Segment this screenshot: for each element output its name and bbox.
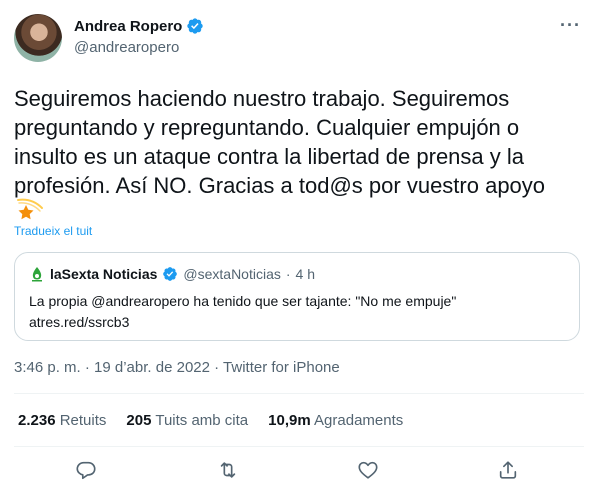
quoted-tweet-body: La propia @andrearopero ha tenido que se… (29, 291, 549, 333)
shooting-star-emoji (17, 198, 43, 220)
share-icon (499, 461, 517, 479)
divider (14, 446, 584, 447)
quoted-tweet-link: atres.red/ssrcb3 (29, 314, 130, 330)
translate-link[interactable]: Tradueix el tuit (14, 224, 92, 238)
lasexta-logo-icon (32, 267, 42, 282)
verified-badge-icon (163, 267, 178, 281)
avatar[interactable] (14, 14, 62, 62)
quoted-tweet-line: La propia @andrearopero ha tenido que se… (29, 293, 457, 309)
more-options-button[interactable]: ··· (560, 16, 581, 34)
quoted-tweet-header: laSexta Noticias @sextaNoticias · 4 h (29, 266, 315, 282)
tweet-actions-bar (0, 455, 599, 489)
divider (14, 393, 584, 394)
reply-button[interactable] (75, 459, 99, 483)
likes-stat[interactable]: 10,9m Agradaments (268, 412, 403, 429)
tweet-timestamp[interactable]: 3:46 p. m. · 19 d’abr. de 2022 · Twitter… (14, 359, 340, 376)
tweet-text: Seguiremos haciendo nuestro trabajo. Seg… (14, 86, 546, 198)
separator-dot: · (285, 266, 291, 282)
quoted-author-handle: @sextaNoticias (183, 266, 281, 282)
verified-badge-icon (187, 18, 204, 34)
quote-tweets-stat[interactable]: 205 Tuits amb cita (126, 412, 248, 429)
author-name[interactable]: Andrea Ropero (74, 18, 182, 35)
retweets-stat[interactable]: 2.236 Retuits (18, 412, 106, 429)
retweet-button[interactable] (217, 459, 241, 483)
retweet-icon (220, 462, 236, 478)
quoted-author-name[interactable]: laSexta Noticias (50, 266, 157, 282)
share-button[interactable] (497, 459, 521, 483)
reply-icon (76, 461, 96, 480)
author-handle[interactable]: @andrearopero (74, 39, 179, 56)
like-button[interactable] (357, 459, 381, 483)
quoted-tweet[interactable]: laSexta Noticias @sextaNoticias · 4 h La… (14, 252, 580, 341)
engagement-stats: 2.236 Retuits 205 Tuits amb cita 10,9m A… (18, 412, 403, 429)
quoted-tweet-time[interactable]: 4 h (296, 266, 315, 282)
author-name-row[interactable]: Andrea Ropero (74, 17, 204, 35)
like-icon (358, 461, 378, 479)
